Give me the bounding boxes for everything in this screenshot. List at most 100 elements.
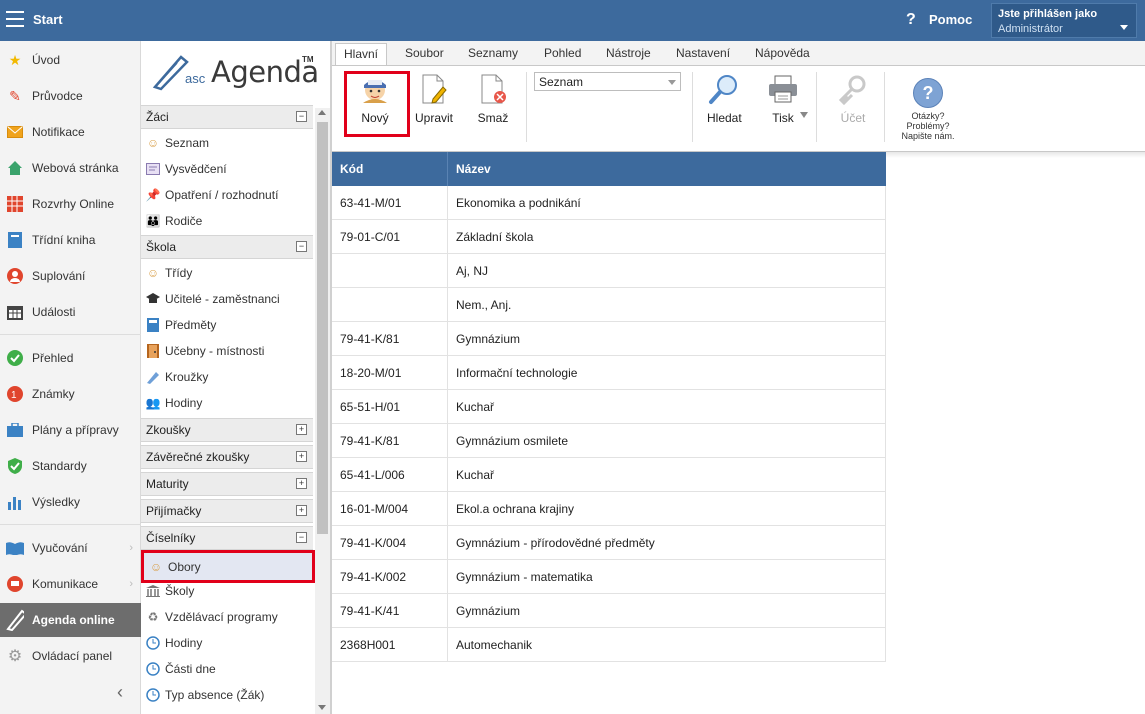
- pen-icon: [6, 609, 24, 631]
- table-row[interactable]: Aj, NJ: [332, 254, 886, 288]
- open-book-icon: [6, 539, 24, 557]
- table-row[interactable]: Nem., Anj.: [332, 288, 886, 322]
- cell-nazev: Gymnázium - matematika: [456, 570, 593, 584]
- sub-item-typ-absence[interactable]: Typ absence (Žák): [141, 682, 313, 708]
- nav-item-plany[interactable]: Plány a přípravy: [0, 413, 141, 447]
- column-header-kod[interactable]: Kód: [340, 162, 363, 176]
- sub-item-skoly[interactable]: Školy: [141, 578, 313, 604]
- section-prijimacky[interactable]: Přijímačky +: [141, 499, 313, 523]
- sub-item-hodiny-skola[interactable]: 👥 Hodiny: [141, 390, 313, 416]
- collapse-icon[interactable]: −: [296, 111, 307, 122]
- search-icon: [707, 72, 741, 106]
- section-zaverecne[interactable]: Závěrečné zkoušky +: [141, 445, 313, 469]
- scrollbar-thumb[interactable]: [317, 122, 328, 534]
- collapse-sidebar-icon[interactable]: ‹: [117, 682, 123, 703]
- sub-item-predmety[interactable]: Předměty: [141, 312, 313, 338]
- nav-item-ovladaci-panel[interactable]: ⚙ Ovládací panel: [0, 639, 141, 673]
- nav-item-tridni-kniha[interactable]: Třídní kniha: [0, 223, 141, 257]
- sub-item-hodiny[interactable]: Hodiny: [141, 630, 313, 656]
- nav-item-vysledky[interactable]: Výsledky: [0, 485, 141, 519]
- search-button[interactable]: Hledat: [707, 72, 742, 125]
- nav-item-udalosti[interactable]: Události: [0, 295, 141, 329]
- table-row[interactable]: 18-20-M/01 Informační technologie: [332, 356, 886, 390]
- tab-napoveda[interactable]: Nápověda: [755, 46, 810, 60]
- section-maturity[interactable]: Maturity +: [141, 472, 313, 496]
- new-button[interactable]: Nový: [358, 72, 392, 125]
- nav-item-standardy[interactable]: Standardy: [0, 449, 141, 483]
- subnav-scrollbar[interactable]: [315, 108, 330, 714]
- help-text-line: Problémy?: [906, 121, 950, 131]
- cell-kod: 65-41-L/006: [340, 468, 405, 482]
- nav-item-suplovani[interactable]: Suplování: [0, 259, 141, 293]
- tab-hlavni[interactable]: Hlavní: [335, 43, 388, 66]
- sub-item-tridy[interactable]: ☺ Třídy: [141, 260, 313, 286]
- tab-nastaveni[interactable]: Nastavení: [676, 46, 730, 60]
- scroll-down-icon[interactable]: [318, 705, 326, 710]
- table-row[interactable]: 65-51-H/01 Kuchař: [332, 390, 886, 424]
- tab-seznamy[interactable]: Seznamy: [468, 46, 518, 60]
- section-zaci[interactable]: Žáci −: [141, 105, 313, 129]
- nav-item-notifikace[interactable]: Notifikace: [0, 115, 141, 149]
- edit-button[interactable]: Upravit: [415, 72, 453, 125]
- print-button[interactable]: Tisk: [766, 72, 800, 125]
- table-row[interactable]: 79-41-K/81 Gymnázium osmilete: [332, 424, 886, 458]
- tab-pohled[interactable]: Pohled: [544, 46, 581, 60]
- chevron-right-icon: ›: [129, 542, 133, 554]
- table-row[interactable]: 79-41-K/002 Gymnázium - matematika: [332, 560, 886, 594]
- print-button-label: Tisk: [772, 111, 794, 125]
- contact-support-button[interactable]: ? Otázky? Problémy? Napište nám.: [898, 78, 958, 141]
- expand-icon[interactable]: +: [296, 478, 307, 489]
- sub-item-vysvedceni[interactable]: Vysvědčení: [141, 156, 313, 182]
- expand-icon[interactable]: +: [296, 424, 307, 435]
- help-icon[interactable]: ?: [906, 11, 916, 29]
- grade-icon: 1: [6, 385, 24, 403]
- expand-icon[interactable]: +: [296, 451, 307, 462]
- section-skola[interactable]: Škola −: [141, 235, 313, 259]
- table-row[interactable]: 79-41-K/41 Gymnázium: [332, 594, 886, 628]
- hamburger-menu-icon[interactable]: [6, 11, 24, 27]
- nav-item-pruvodce[interactable]: ✎ Průvodce: [0, 79, 141, 113]
- sub-item-vzdelavaci-programy[interactable]: ♻ Vzdělávací programy: [141, 604, 313, 630]
- nav-item-rozvrhy[interactable]: Rozvrhy Online: [0, 187, 141, 221]
- table-row[interactable]: 65-41-L/006 Kuchař: [332, 458, 886, 492]
- sub-item-label: Rodiče: [165, 214, 203, 228]
- table-row[interactable]: 79-41-K/81 Gymnázium: [332, 322, 886, 356]
- sub-item-seznam[interactable]: ☺ Seznam: [141, 130, 313, 156]
- collapse-icon[interactable]: −: [296, 241, 307, 252]
- user-menu[interactable]: Jste přihlášen jako Administrátor: [991, 3, 1137, 38]
- sub-item-opatreni[interactable]: 📌 Opatření / rozhodnutí: [141, 182, 313, 208]
- tab-nastroje[interactable]: Nástroje: [606, 46, 651, 60]
- sub-item-ucitele[interactable]: Učitelé - zaměstnanci: [141, 286, 313, 312]
- nav-item-uvod[interactable]: ★ Úvod: [0, 43, 141, 77]
- scroll-up-icon[interactable]: [318, 110, 326, 115]
- nav-item-komunikace[interactable]: Komunikace ›: [0, 567, 141, 601]
- sub-item-krouzky[interactable]: Kroužky: [141, 364, 313, 390]
- help-link[interactable]: Pomoc: [929, 12, 972, 27]
- table-row[interactable]: 16-01-M/004 Ekol.a ochrana krajiny: [332, 492, 886, 526]
- view-select[interactable]: Seznam: [534, 72, 681, 91]
- print-options-chevron-icon[interactable]: [800, 112, 808, 118]
- sub-item-rodice[interactable]: 👪 Rodiče: [141, 208, 313, 234]
- printer-icon: [766, 72, 800, 106]
- table-row[interactable]: 79-41-K/004 Gymnázium - přírodovědné před…: [332, 526, 886, 560]
- section-ciselniky[interactable]: Číselníky −: [141, 526, 313, 550]
- nav-item-znamky[interactable]: 1 Známky: [0, 377, 141, 411]
- nav-item-prehled[interactable]: Přehled: [0, 341, 141, 375]
- nav-item-agenda-online[interactable]: Agenda online: [0, 603, 141, 637]
- table-row[interactable]: 2368H001 Automechanik: [332, 628, 886, 662]
- app-title[interactable]: Start: [33, 12, 63, 27]
- sub-item-casti-dne[interactable]: Části dne: [141, 656, 313, 682]
- tab-soubor[interactable]: Soubor: [405, 46, 444, 60]
- table-row[interactable]: 63-41-M/01 Ekonomika a podnikání: [332, 186, 886, 220]
- nav-item-webova-stranka[interactable]: Webová stránka: [0, 151, 141, 185]
- table-row[interactable]: 79-01-C/01 Základní škola: [332, 220, 886, 254]
- column-header-nazev[interactable]: Název: [456, 162, 491, 176]
- collapse-icon[interactable]: −: [296, 532, 307, 543]
- nav-divider: [0, 334, 141, 335]
- nav-item-vyucovani[interactable]: Vyučování ›: [0, 531, 141, 565]
- delete-button[interactable]: Smaž: [476, 72, 510, 125]
- expand-icon[interactable]: +: [296, 505, 307, 516]
- account-button[interactable]: Účet: [836, 72, 870, 125]
- section-zkousky[interactable]: Zkoušky +: [141, 418, 313, 442]
- sub-item-ucebny[interactable]: Učebny - místnosti: [141, 338, 313, 364]
